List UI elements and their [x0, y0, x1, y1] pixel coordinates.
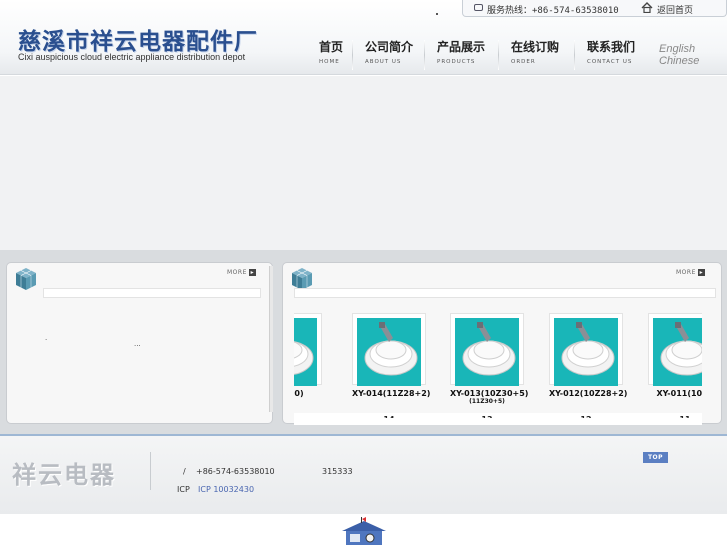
insulator-image: [660, 322, 702, 376]
insulator-image: [561, 322, 615, 376]
nav-divider: [424, 40, 425, 70]
company-logo-english: Cixi auspicious cloud electric appliance…: [18, 52, 246, 62]
nav-item-home[interactable]: 首页 HOME: [319, 38, 343, 72]
news-item-bullet[interactable]: ·: [45, 336, 47, 344]
footer: 祥云电器 / +86-574-63538010 315333 ICP ICP 1…: [0, 434, 727, 514]
product-photo: [549, 313, 623, 386]
product-label: XY-013(10Z30+5): [450, 389, 529, 398]
nav-item-products[interactable]: 产品展示 PRODUCTS: [437, 38, 485, 72]
header: 服务热线：+86-574-63538010 返回首页 慈溪市祥云电器配件厂 Ci…: [0, 0, 727, 75]
products-title-bar: [294, 288, 716, 298]
lang-english-link[interactable]: English: [659, 43, 699, 55]
product-card[interactable]: XY-013(10Z30+5) (11Z30+5) 13: [450, 313, 529, 418]
insulator-image: [462, 322, 516, 376]
product-label: XY-012(10Z28+2): [549, 389, 628, 398]
insulator-image: [364, 322, 418, 376]
product-photo: [352, 313, 426, 386]
arrow-right-icon: ▸: [248, 269, 256, 276]
product-number: 12: [549, 415, 623, 418]
nav-divider: [352, 40, 353, 70]
news-more-link[interactable]: MORE ▸: [227, 269, 256, 276]
back-to-top-button[interactable]: TOP: [643, 452, 668, 463]
products-panel: MORE ▸ 0) XY-014(11Z28+2) XY-013(10Z30+5…: [282, 262, 722, 425]
footer-icp-label: ICP: [177, 485, 190, 494]
products-more-link[interactable]: MORE ▸: [676, 269, 705, 276]
product-label: z30+10): [294, 389, 304, 398]
company-logo[interactable]: 慈溪市祥云电器配件厂: [18, 22, 258, 56]
top-info-bar: 服务热线：+86-574-63538010 返回首页: [462, 0, 727, 17]
service-hotline: 服务热线：+86-574-63538010: [487, 6, 619, 16]
product-carousel: z30+10): [294, 313, 702, 418]
back-home-link[interactable]: 返回首页: [657, 3, 693, 16]
product-card[interactable]: z30+10): [294, 313, 322, 413]
product-label: XY-011(10Z2: [656, 389, 702, 398]
cube-icon: [16, 268, 36, 290]
news-item-ellipsis[interactable]: ...: [134, 340, 141, 348]
footer-phone: +86-574-63538010: [196, 467, 275, 476]
footer-logo: 祥云电器: [12, 463, 116, 489]
nav-item-about[interactable]: 公司简介 ABOUT US: [365, 38, 413, 72]
content-area: MORE ▸ · ... MORE ▸ 0) XY-014(11Z28+2) X…: [0, 250, 727, 434]
product-number: 13: [450, 415, 524, 418]
footer-postcode: 315333: [322, 467, 353, 476]
page: 服务热线：+86-574-63538010 返回首页 慈溪市祥云电器配件厂 Ci…: [0, 0, 727, 545]
phone-icon: [474, 4, 483, 11]
product-card[interactable]: XY-011(10Z2 11: [648, 313, 702, 418]
home-icon[interactable]: [641, 2, 653, 13]
product-photo: [450, 313, 524, 386]
footer-icp-link[interactable]: ICP 10032430: [198, 485, 254, 494]
nav-item-order[interactable]: 在线订购 ORDER: [511, 38, 559, 72]
police-badge-icon[interactable]: [336, 517, 392, 545]
nav-divider: [498, 40, 499, 70]
insulator-image: [294, 341, 314, 375]
product-label: XY-014(11Z28+2): [352, 389, 431, 398]
arrow-right-icon: ▸: [697, 269, 705, 276]
nav-divider: [574, 40, 575, 70]
lang-chinese-link[interactable]: Chinese: [659, 55, 699, 67]
separator-dot: [436, 13, 438, 15]
banner-area: [0, 76, 727, 250]
nav-item-contact[interactable]: 联系我们 CONTACT US: [587, 38, 635, 72]
product-number: 11: [648, 415, 702, 418]
news-panel: MORE ▸ · ...: [6, 262, 273, 424]
product-photo: [648, 313, 702, 386]
product-card[interactable]: XY-012(10Z28+2) 12: [549, 313, 628, 418]
footer-divider: [150, 452, 151, 490]
footer-slash: /: [183, 467, 186, 476]
product-number: 14: [352, 415, 426, 418]
product-photo: [294, 313, 322, 386]
language-switch: English Chinese: [659, 43, 699, 67]
product-sublabel: (11Z30+5): [469, 398, 505, 405]
news-scrollbar[interactable]: [269, 266, 273, 412]
news-title-bar: [43, 288, 261, 298]
bottom-strip: [0, 514, 727, 545]
product-card[interactable]: XY-014(11Z28+2) 14: [352, 313, 431, 418]
